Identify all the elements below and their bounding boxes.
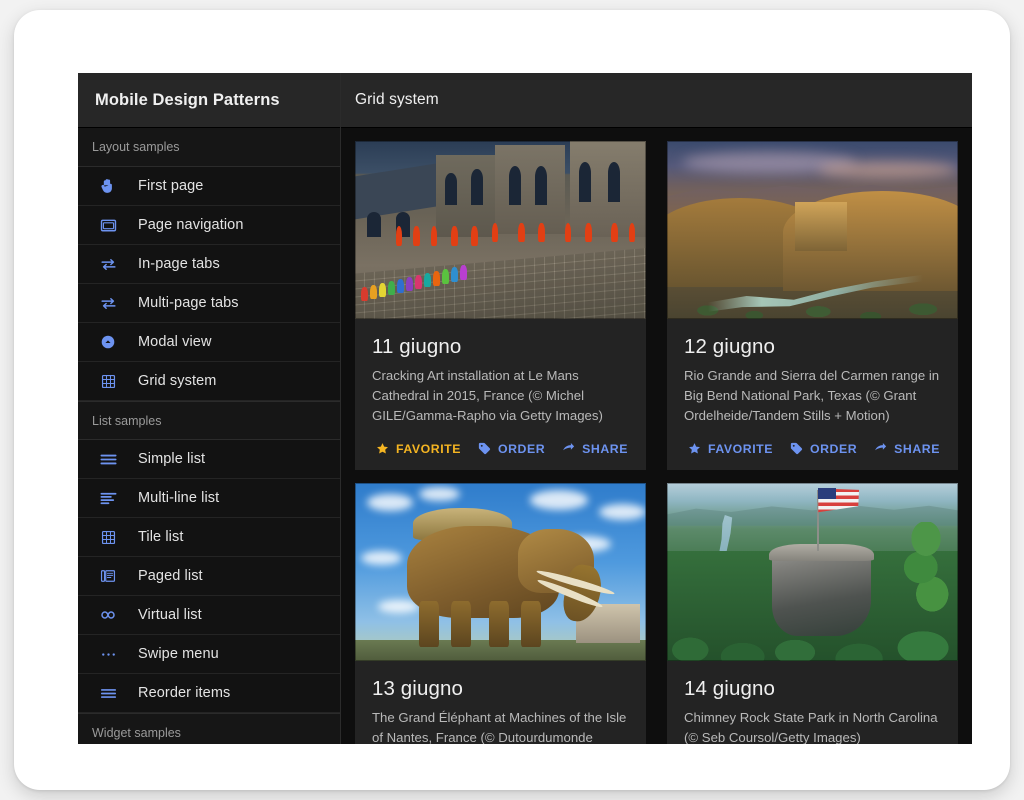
card-action-label: SHARE <box>582 441 628 456</box>
card-action-favorite[interactable]: FAVORITE <box>679 438 781 459</box>
sidebar-item-label: Paged list <box>138 568 203 584</box>
grid-icon <box>78 529 138 546</box>
sidebar-item-reorder-items[interactable]: Reorder items <box>78 674 340 713</box>
sidebar-item-multi-line-list[interactable]: Multi-line list <box>78 479 340 518</box>
sidebar-item-paged-list[interactable]: Paged list <box>78 557 340 596</box>
sidebar-item-label: Multi-page tabs <box>138 295 239 311</box>
star-icon <box>687 441 702 456</box>
swap-arrows-icon <box>78 294 138 313</box>
card-grid: 11 giugno Cracking Art installation at Le… <box>355 141 958 744</box>
share-icon <box>561 441 576 456</box>
card-title: 13 giugno <box>372 677 463 700</box>
card-image-border <box>355 483 646 661</box>
paged-list-icon <box>78 567 138 585</box>
sidebar-item-tile-list[interactable]: Tile list <box>78 518 340 557</box>
sidebar-item-label: Reorder items <box>138 685 231 701</box>
sidebar-item-grid-system[interactable]: Grid system <box>78 362 340 401</box>
content-header: Grid system <box>341 73 972 128</box>
tag-icon <box>789 441 804 456</box>
sidebar-nav-list[interactable]: Layout samples First page Page navigation I… <box>78 128 340 744</box>
device-frame: Mobile Design Patterns Layout samples Fir… <box>14 10 1010 790</box>
app-title: Mobile Design Patterns <box>95 90 280 109</box>
grid-card[interactable]: 12 giugno Rio Grande and Sierra del Carme… <box>667 141 958 470</box>
card-image-border <box>667 483 958 661</box>
sidebar-section-label: List samples <box>78 401 340 440</box>
sidebar-item-label: Grid system <box>138 373 217 389</box>
sidebar-item-label: First page <box>138 178 204 194</box>
sidebar-item-simple-list[interactable]: Simple list <box>78 440 340 479</box>
grid-card[interactable]: 14 giugno Chimney Rock State Park in Nort… <box>667 483 958 744</box>
dots-horizontal-icon <box>78 645 138 664</box>
card-description: The Grand Éléphant at Machines of the Is… <box>372 710 627 744</box>
sidebar-item-virtual-list[interactable]: Virtual list <box>78 596 340 635</box>
sidebar-item-first-page[interactable]: First page <box>78 167 340 206</box>
content-area: Grid system 11 giugno Cracking Art instal… <box>341 73 972 744</box>
sidebar-item-multi-page-tabs[interactable]: Multi-page tabs <box>78 284 340 323</box>
reorder-lines-icon <box>78 684 138 703</box>
grid-card[interactable]: 11 giugno Cracking Art installation at Le… <box>355 141 646 470</box>
card-action-favorite[interactable]: FAVORITE <box>367 438 469 459</box>
card-description: Chimney Rock State Park in North Carolin… <box>684 710 938 744</box>
star-icon <box>375 441 390 456</box>
sidebar-item-label: Multi-line list <box>138 490 220 506</box>
sidebar-item-label: Swipe menu <box>138 646 219 662</box>
window-icon <box>78 216 138 235</box>
grid-icon <box>78 373 138 390</box>
grid-scroll-region[interactable]: 11 giugno Cracking Art installation at Le… <box>341 128 972 744</box>
card-action-share[interactable]: SHARE <box>553 438 636 459</box>
card-action-share[interactable]: SHARE <box>865 438 948 459</box>
sidebar-item-label: Page navigation <box>138 217 244 233</box>
card-image <box>667 141 958 319</box>
share-icon <box>873 441 888 456</box>
sidebar-header: Mobile Design Patterns <box>78 73 340 128</box>
sidebar-item-label: Tile list <box>138 529 184 545</box>
card-image-border <box>355 141 646 319</box>
multiline-list-icon <box>78 489 138 508</box>
sidebar-item-in-page-tabs[interactable]: In-page tabs <box>78 245 340 284</box>
sidebar-item-label: Simple list <box>138 451 206 467</box>
card-title: 14 giugno <box>684 677 775 700</box>
sidebar-item-label: In-page tabs <box>138 256 220 272</box>
card-image <box>355 141 646 319</box>
sidebar-section-label: Layout samples <box>78 128 340 167</box>
card-action-label: ORDER <box>809 441 858 456</box>
card-action-label: SHARE <box>894 441 940 456</box>
sidebar-item-swipe-menu[interactable]: Swipe menu <box>78 635 340 674</box>
card-image <box>667 483 958 661</box>
app-body: Mobile Design Patterns Layout samples Fir… <box>78 73 972 744</box>
swap-arrows-icon <box>78 255 138 274</box>
card-title: 11 giugno <box>372 335 462 358</box>
sidebar-item-label: Modal view <box>138 334 212 350</box>
page-title: Grid system <box>355 91 439 108</box>
card-title: 12 giugno <box>684 335 775 358</box>
card-action-label: FAVORITE <box>708 441 773 456</box>
card-action-order[interactable]: ORDER <box>469 438 553 459</box>
card-actions: FAVORITE ORDER SHARE <box>355 426 646 470</box>
app-window: Mobile Design Patterns Layout samples Fir… <box>78 73 972 744</box>
tag-icon <box>477 441 492 456</box>
list-lines-icon <box>78 450 138 469</box>
card-action-order[interactable]: ORDER <box>781 438 865 459</box>
card-action-label: FAVORITE <box>396 441 461 456</box>
card-description: Cracking Art installation at Le Mans Cat… <box>372 368 603 423</box>
grid-card[interactable]: 13 giugno The Grand Éléphant at Machines … <box>355 483 646 744</box>
sidebar-item-modal-view[interactable]: Modal view <box>78 323 340 362</box>
card-action-label: ORDER <box>497 441 546 456</box>
sidebar-item-page-navigation[interactable]: Page navigation <box>78 206 340 245</box>
sidebar-section-label: Widget samples <box>78 713 340 744</box>
sidebar-item-label: Virtual list <box>138 607 202 623</box>
hand-icon <box>78 177 138 195</box>
sidebar: Mobile Design Patterns Layout samples Fir… <box>78 73 341 744</box>
infinity-icon <box>78 605 138 625</box>
card-actions: FAVORITE ORDER SHARE <box>667 426 958 470</box>
card-image-border <box>667 141 958 319</box>
card-image <box>355 483 646 661</box>
card-description: Rio Grande and Sierra del Carmen range i… <box>684 368 940 423</box>
modal-circle-icon <box>78 333 138 351</box>
